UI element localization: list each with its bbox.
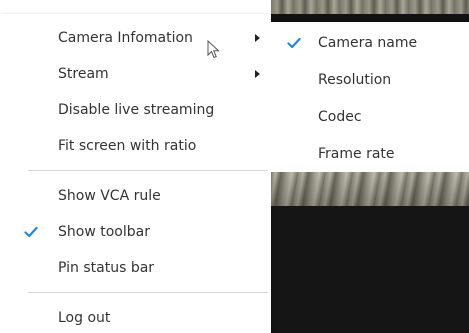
menu-item-label: Log out	[58, 310, 111, 326]
video-image-middle	[271, 172, 469, 206]
menu-item-label: Pin status bar	[58, 260, 155, 276]
menu-item-label: Show VCA rule	[58, 188, 161, 204]
submenu-item-codec[interactable]: Codec	[271, 99, 469, 135]
submenu-item-label: Frame rate	[318, 146, 395, 162]
checkmark-icon	[24, 226, 38, 238]
menu-separator	[28, 170, 268, 171]
menu-separator	[28, 292, 268, 293]
menu-item-show-toolbar[interactable]: Show toolbar	[0, 214, 271, 250]
menu-item-log-out[interactable]: Log out	[0, 300, 271, 333]
video-image-top	[271, 0, 469, 14]
context-menu: Camera Infomation Stream Disable live st…	[0, 14, 271, 333]
mouse-pointer-icon	[207, 40, 220, 59]
menu-item-pin-status-bar[interactable]: Pin status bar	[0, 250, 271, 286]
submenu-item-frame-rate[interactable]: Frame rate	[271, 136, 469, 172]
chevron-right-icon	[255, 34, 260, 42]
live-view-screen: Camera Infomation Stream Disable live st…	[0, 0, 469, 333]
submenu-item-label: Camera name	[318, 35, 418, 51]
submenu-item-label: Resolution	[318, 72, 392, 88]
menu-item-disable-live-streaming[interactable]: Disable live streaming	[0, 92, 271, 128]
video-image-dark-area	[271, 206, 469, 333]
submenu-item-camera-name[interactable]: Camera name	[271, 25, 469, 61]
menu-item-show-vca-rule[interactable]: Show VCA rule	[0, 178, 271, 214]
menu-item-camera-information[interactable]: Camera Infomation	[0, 20, 271, 56]
menu-item-label: Camera Infomation	[58, 30, 193, 46]
menu-item-label: Stream	[58, 66, 109, 82]
menu-item-label: Disable live streaming	[58, 102, 215, 118]
menu-item-stream[interactable]: Stream	[0, 56, 271, 92]
submenu-item-label: Codec	[318, 109, 362, 125]
menu-item-fit-screen-with-ratio[interactable]: Fit screen with ratio	[0, 128, 271, 164]
submenu-item-resolution[interactable]: Resolution	[271, 62, 469, 98]
menu-item-label: Show toolbar	[58, 224, 150, 240]
checkmark-icon	[287, 37, 301, 49]
camera-information-submenu: Camera name Resolution Codec Frame rate	[271, 22, 469, 172]
menu-item-label: Fit screen with ratio	[58, 138, 197, 154]
chevron-right-icon	[255, 70, 260, 78]
